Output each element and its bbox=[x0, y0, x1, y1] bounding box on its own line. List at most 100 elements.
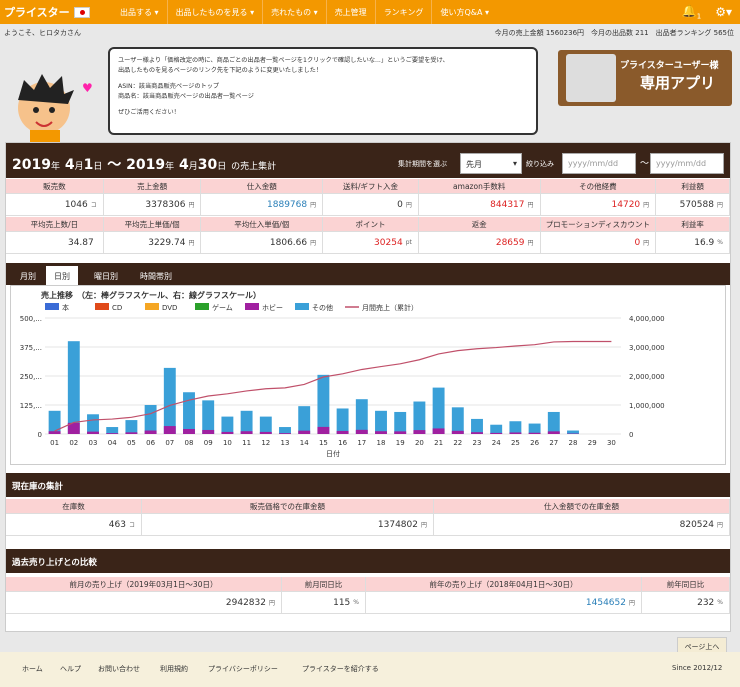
table-value: 1454652 円 bbox=[366, 592, 642, 614]
app-banner[interactable]: プライスターユーザー様 専用アプリ bbox=[558, 50, 732, 106]
bar bbox=[202, 400, 215, 434]
table-value: 16.9% bbox=[656, 232, 730, 254]
logo[interactable]: プライスター bbox=[0, 0, 112, 24]
legend-label: ホビー bbox=[262, 303, 283, 312]
footer-link-home[interactable]: ホーム bbox=[22, 664, 43, 674]
y2-tick: 1,000,000 bbox=[629, 402, 665, 410]
x-tick: 14 bbox=[300, 439, 309, 447]
nav-sold-items[interactable]: 売れたもの ▾ bbox=[263, 0, 327, 24]
y2-tick: 3,000,000 bbox=[629, 344, 665, 352]
bar-segment bbox=[375, 431, 387, 434]
x-tick: 23 bbox=[473, 439, 482, 447]
bar-segment bbox=[163, 426, 176, 434]
tab-daily[interactable]: 日別 bbox=[46, 266, 78, 285]
bell-icon[interactable]: 🔔1 bbox=[682, 4, 701, 20]
x-tick: 01 bbox=[50, 439, 59, 447]
logo-text: プライスター bbox=[4, 6, 70, 19]
x-tick: 09 bbox=[204, 439, 213, 447]
bar-segment bbox=[336, 430, 349, 434]
x-tick: 17 bbox=[357, 439, 366, 447]
footer-link-help[interactable]: ヘルプ bbox=[60, 664, 81, 674]
table-header: 平均売上数/日 bbox=[6, 217, 104, 232]
monthly-stats: 今月の売上金額 1560236円 今月の出品数 211 出品者ランキング 565… bbox=[494, 29, 734, 37]
date-to-input[interactable]: yyyy/mm/dd bbox=[650, 153, 724, 174]
bar-segment bbox=[547, 431, 560, 434]
table-header: 送料/ギフト入金 bbox=[323, 179, 419, 194]
svg-text:♥: ♥ bbox=[82, 81, 93, 95]
date-from-input[interactable]: yyyy/mm/dd bbox=[562, 153, 636, 174]
legend-label: DVD bbox=[162, 304, 177, 312]
footer-link-terms[interactable]: 利用規約 bbox=[160, 664, 188, 674]
period-select[interactable]: 先月 ▾ bbox=[460, 153, 522, 174]
nav-ranking[interactable]: ランキング bbox=[376, 0, 433, 24]
table-header: 売上金額 bbox=[103, 179, 202, 194]
x-tick: 05 bbox=[127, 439, 136, 447]
bar-segment bbox=[144, 430, 157, 434]
summary-header: 2019年 4月1日 〜 2019年 4月30日 の売上集計 集計期間を選ぶ 先… bbox=[6, 143, 730, 178]
nav-listed-items[interactable]: 出品したものを見る ▾ bbox=[168, 0, 264, 24]
legend-swatch bbox=[245, 303, 259, 310]
bar-segment bbox=[509, 432, 522, 434]
table-header: プロモーションディスカウント bbox=[540, 217, 657, 232]
legend-label: CD bbox=[112, 304, 122, 312]
bar-segment bbox=[355, 429, 368, 434]
tab-weekday[interactable]: 曜日別 bbox=[86, 266, 126, 285]
table-value: 1806.66 円 bbox=[201, 232, 324, 254]
table-value: 232% bbox=[642, 592, 730, 614]
x-tick: 03 bbox=[89, 439, 98, 447]
nav-list-item[interactable]: 出品する ▾ bbox=[112, 0, 168, 24]
footer-link-refer[interactable]: プライスターを紹介する bbox=[302, 664, 379, 674]
notice-line: 商品名：該当商品販売ページの出品者一覧ページ bbox=[118, 93, 254, 100]
legend-swatch bbox=[145, 303, 159, 310]
bar bbox=[336, 408, 349, 434]
bar bbox=[471, 418, 483, 434]
chevron-down-icon: ▾ bbox=[512, 159, 517, 168]
bar-segment bbox=[432, 428, 445, 434]
y-tick: 125,... bbox=[20, 402, 42, 410]
x-tick: 11 bbox=[242, 439, 251, 447]
bar bbox=[317, 374, 330, 434]
bar bbox=[413, 401, 426, 434]
bar-segment bbox=[471, 432, 483, 434]
nav-sales-management[interactable]: 売上管理 bbox=[327, 0, 376, 24]
gear-icon[interactable]: ⚙▾ bbox=[715, 5, 732, 19]
bar-segment bbox=[451, 430, 464, 434]
x-tick: 28 bbox=[569, 439, 578, 447]
bar bbox=[547, 411, 560, 434]
table-header: 利益率 bbox=[656, 217, 730, 232]
x-tick: 20 bbox=[415, 439, 424, 447]
table-header: amazon手数料 bbox=[418, 179, 541, 194]
x-tick: 30 bbox=[607, 439, 616, 447]
table-value: 820524 円 bbox=[434, 514, 730, 536]
table-value: 1889768 円 bbox=[201, 194, 324, 216]
notice-line: ぜひご活用ください！ bbox=[118, 109, 180, 116]
footer-link-privacy[interactable]: プライバシーポリシー bbox=[208, 664, 278, 674]
tab-hourly[interactable]: 時間帯別 bbox=[132, 266, 180, 285]
legend-label: 本 bbox=[62, 303, 69, 312]
table-header: 平均売上単価/個 bbox=[103, 217, 202, 232]
x-tick: 24 bbox=[492, 439, 501, 447]
bar bbox=[394, 411, 407, 434]
bar bbox=[567, 430, 579, 434]
bar-segment bbox=[279, 433, 291, 434]
tab-monthly[interactable]: 月別 bbox=[12, 266, 44, 285]
y-tick: 375,... bbox=[20, 344, 42, 352]
top-nav: プライスター 出品する ▾ 出品したものを見る ▾ 売れたもの ▾ 売上管理 ラ… bbox=[0, 0, 740, 24]
x-tick: 10 bbox=[223, 439, 232, 447]
x-tick: 02 bbox=[69, 439, 78, 447]
bar-segment bbox=[221, 431, 234, 434]
table-header: 在庫数 bbox=[6, 499, 142, 514]
cumulative-line bbox=[54, 340, 612, 432]
footer-link-contact[interactable]: お問い合わせ bbox=[98, 664, 140, 674]
chart-svg: 売上推移 （左：棒グラフスケール、右：線グラフスケール） 本 CD DVD ゲーム ホビー… bbox=[20, 290, 665, 458]
x-tick: 22 bbox=[453, 439, 462, 447]
table-header: 仕入金額での在庫金額 bbox=[434, 499, 730, 514]
legend-label: その他 bbox=[312, 303, 333, 312]
bar bbox=[163, 367, 176, 434]
nav-qa[interactable]: 使い方Q&A ▾ bbox=[432, 0, 497, 24]
notice-bubble: ユーザー様より「価格改定の時に、商品ごとの出品者一覧ページを1クリックで確認した… bbox=[108, 47, 538, 135]
x-tick: 29 bbox=[588, 439, 597, 447]
bar bbox=[432, 387, 445, 434]
y-tick: 250,... bbox=[20, 373, 42, 381]
table-value: 1374802 円 bbox=[142, 514, 434, 536]
